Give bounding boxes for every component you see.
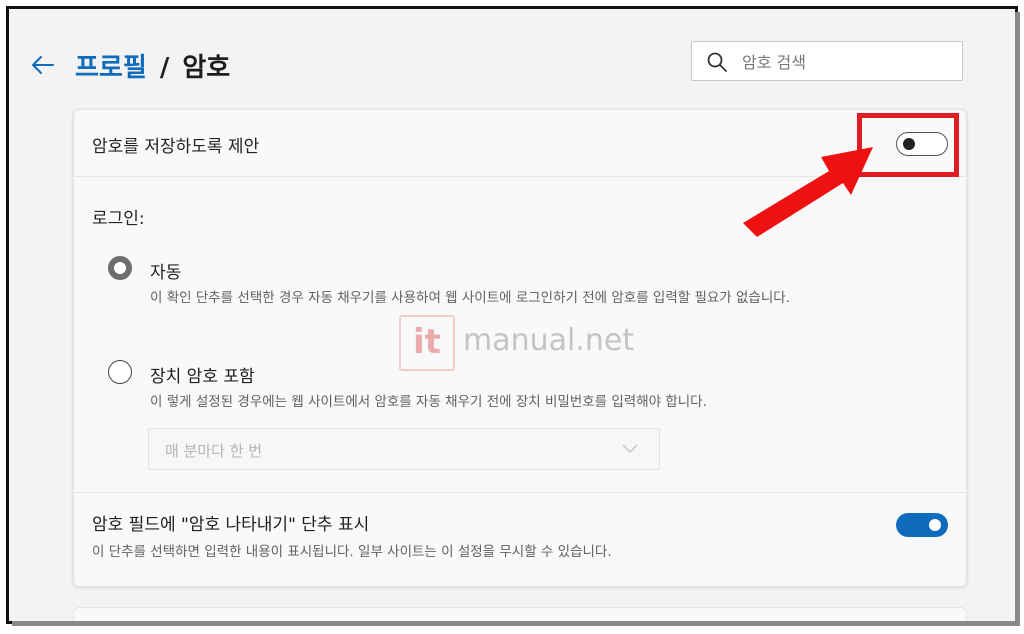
toggle-knob — [903, 138, 915, 150]
option-automatic-title[interactable]: 자동 — [150, 258, 181, 283]
offer-save-label: 암호를 저장하도록 제안 — [92, 137, 260, 157]
toggle-knob — [929, 519, 941, 531]
radio-device-password[interactable] — [108, 360, 132, 384]
frequency-select-value: 매 분마다 한 번 — [165, 442, 263, 460]
offer-save-toggle[interactable] — [896, 132, 948, 156]
settings-window: 프로필 / 암호 암호를 저장하도록 제안 로그인: 자동 이 확인 단추를 선… — [6, 6, 1018, 624]
frequency-select[interactable]: 매 분마다 한 번 — [148, 428, 660, 470]
frame-shadow-bottom — [12, 621, 1020, 626]
radio-automatic[interactable] — [108, 256, 132, 280]
offer-save-row: 암호를 저장하도록 제안 — [74, 110, 966, 177]
option-device-password-description: 이 렇게 설정된 경우에는 웹 사이트에서 암호를 자동 채우기 전에 장치 비… — [150, 394, 707, 410]
reveal-button-description: 이 단추를 선택하면 입력한 내용이 표시됩니다. 일부 사이트는 이 설정을 … — [92, 544, 612, 560]
option-automatic-description: 이 확인 단추를 선택한 경우 자동 채우기를 사용하여 웹 사이트에 로그인하… — [150, 290, 790, 306]
breadcrumb: 프로필 / 암호 — [75, 47, 230, 84]
page-title: 암호 — [182, 53, 231, 83]
search-icon — [707, 52, 727, 72]
reveal-button-toggle[interactable] — [896, 513, 948, 537]
reveal-button-title: 암호 필드에 "암호 나타내기" 단추 표시 — [92, 515, 370, 535]
search-input[interactable] — [740, 48, 954, 76]
option-device-password-title[interactable]: 장치 암호 포함 — [150, 362, 255, 387]
password-settings-card: 암호를 저장하도록 제안 로그인: 자동 이 확인 단추를 선택한 경우 자동 … — [73, 109, 967, 587]
breadcrumb-link-profile[interactable]: 프로필 — [75, 53, 147, 83]
search-box[interactable] — [691, 41, 963, 81]
frame-shadow-right — [1015, 12, 1020, 624]
back-arrow-icon[interactable] — [29, 51, 57, 79]
chevron-down-icon — [622, 444, 638, 454]
page-header: 프로필 / 암호 — [9, 9, 1015, 109]
breadcrumb-separator: / — [159, 53, 170, 83]
signin-label: 로그인: — [92, 209, 145, 229]
